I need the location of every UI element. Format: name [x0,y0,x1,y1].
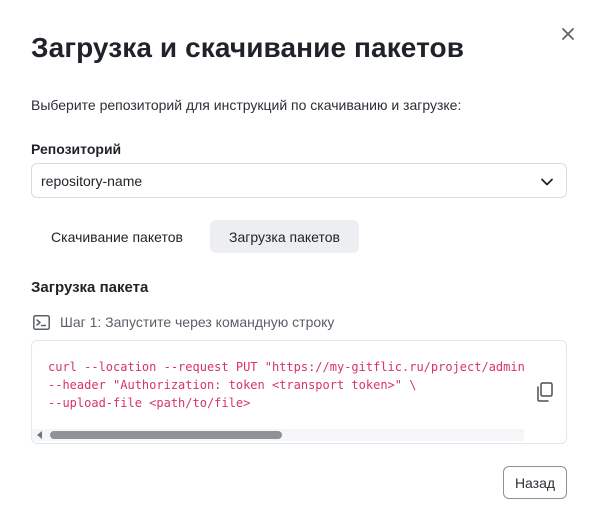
scroll-left-arrow[interactable] [37,431,42,439]
copy-button[interactable] [536,382,554,402]
dialog-subtitle: Выберите репозиторий для инструкций по с… [31,97,462,113]
terminal-icon [33,314,50,330]
copy-icon [537,382,553,402]
step-label: Шаг 1: Запустите через командную строку [60,314,335,330]
upload-download-dialog: Загрузка и скачивание пакетов Выберите р… [0,0,594,526]
code-line: curl --location --request PUT "https://m… [48,360,524,374]
tab-upload-packages[interactable]: Загрузка пакетов [210,220,359,253]
back-button[interactable]: Назад [503,466,567,499]
close-button[interactable] [556,22,580,46]
horizontal-scrollbar[interactable] [32,429,524,441]
repository-label: Репозиторий [31,141,122,157]
chevron-down-icon [541,178,553,186]
repository-select[interactable]: repository-name [31,163,567,198]
scrollbar-thumb[interactable] [50,431,282,439]
tab-download-packages[interactable]: Скачивание пакетов [31,220,203,253]
code-scroll-area[interactable]: curl --location --request PUT "https://m… [32,341,524,443]
close-icon [562,28,574,40]
section-title: Загрузка пакета [31,279,149,296]
repository-select-value: repository-name [41,173,143,189]
dialog-title: Загрузка и скачивание пакетов [31,32,465,63]
code-line: --upload-file <path/to/file> [48,396,251,410]
step-1: Шаг 1: Запустите через командную строку [33,313,334,331]
code-block: curl --location --request PUT "https://m… [31,340,567,444]
code-line: --header "Authorization: token <transpor… [48,378,417,392]
